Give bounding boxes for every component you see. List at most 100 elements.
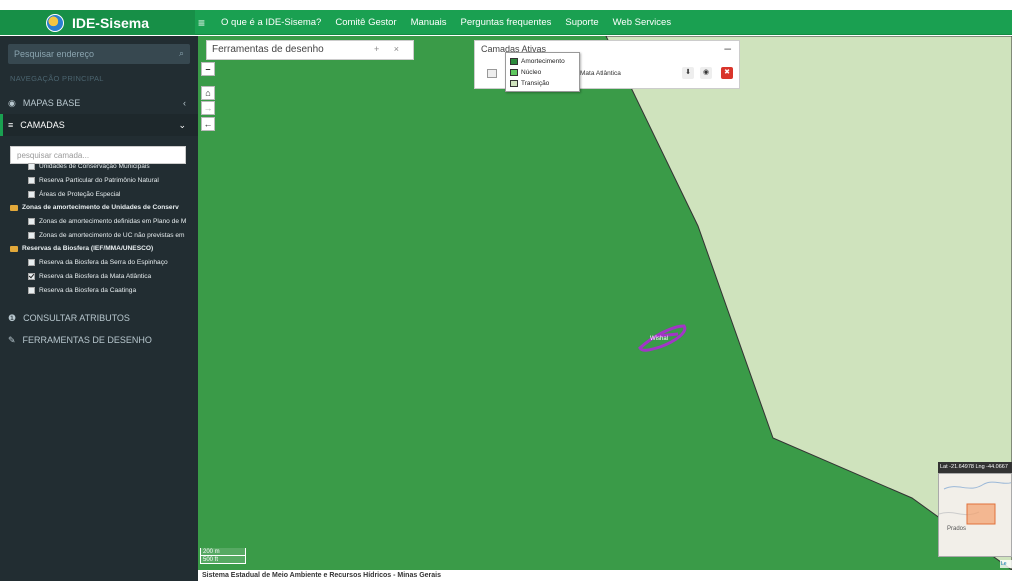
layer-label: Unidades de Conservação Municipais (39, 163, 150, 170)
sidebar-item-camadas[interactable]: ≡ CAMADAS ⌄ (0, 114, 198, 136)
layer-label: Reserva da Biosfera da Serra do Espinhaç… (39, 259, 168, 266)
menu-item-suporte[interactable]: Suporte (565, 17, 598, 28)
layer-item[interactable]: Unidades de Conservação Municipais (28, 163, 150, 170)
draw-tools-panel: Ferramentas de desenho + × (206, 40, 414, 60)
sidebar-item-label: MAPAS BASE (22, 98, 81, 108)
legend-item: Transição (510, 78, 575, 89)
layer-label: Áreas de Proteção Especial (39, 191, 121, 198)
layer-checkbox[interactable] (28, 163, 35, 170)
forward-button[interactable]: → (201, 101, 215, 115)
map-layers: Wishal (605, 36, 1012, 570)
menu-item-manuais[interactable]: Manuais (411, 17, 447, 28)
folder-icon (10, 204, 18, 211)
sidebar-item-label: CONSULTAR ATRIBUTOS (23, 313, 130, 323)
address-search-placeholder: Pesquisar endereço (14, 49, 95, 59)
legend-swatch (510, 69, 518, 76)
globe-logo-icon (45, 13, 64, 32)
app-root: IDE-Sisema ≡ O que é a IDE-Sisema? Comit… (0, 0, 1012, 581)
minimap[interactable]: Prados (938, 473, 1012, 557)
minimap-viewport[interactable] (966, 503, 996, 525)
back-button[interactable]: ← (201, 117, 215, 131)
legend-label: Amortecimento (521, 58, 565, 65)
minimap-svg: Prados (939, 481, 1011, 532)
zoom-out-button[interactable]: – (201, 62, 215, 76)
legend-item: Amortecimento (510, 56, 575, 67)
layer-checkbox[interactable] (28, 259, 35, 266)
nav-header: NAVEGAÇÃO PRINCIPAL (10, 74, 104, 83)
scale-imperial: 500 ft (200, 556, 246, 564)
layer-label: Zonas de amortecimento de UC não previst… (39, 232, 185, 239)
minimap-river (943, 481, 1011, 490)
layer-group[interactable]: Reservas da Biosfera (IEF/MMA/UNESCO) (10, 245, 153, 252)
chevron-down-icon: ⌄ (178, 119, 186, 130)
layer-checkbox[interactable] (28, 232, 35, 239)
active-layer-name: Mata Atlântica (580, 70, 621, 77)
remove-layer-button[interactable]: ✖ (721, 67, 733, 79)
layer-label: Reserva da Biosfera da Mata Atlântica (39, 273, 152, 280)
layer-checkbox[interactable] (28, 177, 35, 184)
map-attribution[interactable]: Le (1000, 560, 1012, 568)
sidebar-item-label: CAMADAS (20, 120, 65, 130)
layer-checkbox[interactable] (28, 287, 35, 294)
menu-item-faq[interactable]: Perguntas frequentes (461, 17, 552, 28)
feature-label: Wishal (650, 336, 668, 342)
menu-item-about[interactable]: O que é a IDE-Sisema? (221, 17, 321, 28)
info-icon: ❶ (8, 312, 17, 323)
sidebar-item-ferramentas[interactable]: ✎ FERRAMENTAS DE DESENHO (0, 329, 198, 351)
address-search-input[interactable]: Pesquisar endereço ⌕ (8, 44, 190, 64)
layer-item[interactable]: Áreas de Proteção Especial (28, 191, 120, 198)
coordinates-readout: Lat -21.64978 Lng -44.0667 (938, 462, 1012, 473)
layer-label: Reserva da Biosfera da Caatinga (39, 287, 137, 294)
minimap-label: Prados (947, 526, 966, 532)
legend-item: Núcleo (510, 67, 575, 78)
layer-item[interactable]: Zonas de amortecimento definidas em Plan… (28, 218, 186, 225)
layer-item[interactable]: Reserva Particular do Patrimônio Natural (28, 177, 159, 184)
layer-search-placeholder: pesquisar camada... (17, 151, 90, 160)
folder-icon (10, 245, 18, 252)
layer-item[interactable]: Zonas de amortecimento de UC não previst… (28, 232, 185, 239)
layer-label: Zonas de amortecimento de Unidades de Co… (22, 204, 179, 211)
menu-item-comite[interactable]: Comitê Gestor (335, 17, 396, 28)
layer-tree: pesquisar camada... Unidades de Conserva… (10, 146, 188, 304)
layer-checkbox[interactable] (28, 273, 35, 280)
layer-checkbox[interactable] (28, 218, 35, 225)
draw-panel-actions[interactable]: + × (374, 44, 405, 54)
map-canvas[interactable]: Wishal (198, 36, 1012, 570)
scale-metric: 200 m (200, 548, 246, 556)
layer-search-input[interactable]: pesquisar camada... (10, 146, 186, 164)
edit-icon: ✎ (8, 334, 16, 345)
sidebar-item-consultar[interactable]: ❶ CONSULTAR ATRIBUTOS (0, 307, 198, 329)
sidebar: Pesquisar endereço ⌕ NAVEGAÇÃO PRINCIPAL… (0, 36, 198, 581)
menu-item-webservices[interactable]: Web Services (613, 17, 671, 28)
app-title: IDE-Sisema (71, 14, 150, 31)
chevron-left-icon: ‹ (183, 98, 186, 108)
search-icon[interactable]: ⌕ (179, 48, 184, 59)
minimize-button[interactable]: – (724, 41, 731, 55)
layer-group[interactable]: Zonas de amortecimento de Unidades de Co… (10, 204, 179, 211)
legend-toggle-icon[interactable] (487, 69, 497, 78)
hamburger-menu-icon[interactable]: ≡ (198, 16, 205, 30)
legend-swatch (510, 58, 518, 65)
layer-checkbox[interactable] (28, 191, 35, 198)
sidebar-item-mapas-base[interactable]: ◉ MAPAS BASE ‹ (0, 92, 198, 114)
legend-swatch (510, 80, 518, 87)
home-button[interactable]: ⌂ (201, 86, 215, 100)
footer: Sistema Estadual de Meio Ambiente e Recu… (198, 570, 1012, 581)
download-icon[interactable]: ⬇ (682, 67, 694, 79)
draw-panel-title: Ferramentas de desenho (212, 44, 324, 55)
legend-label: Núcleo (521, 69, 542, 76)
scale-bar: 200 m 500 ft (200, 548, 246, 564)
layer-label: Reservas da Biosfera (IEF/MMA/UNESCO) (22, 245, 154, 252)
layer-legend: Amortecimento Núcleo Transição (505, 52, 580, 92)
brand-logo[interactable]: IDE-Sisema (0, 10, 195, 35)
layer-label: Zonas de amortecimento definidas em Plan… (39, 218, 187, 225)
layer-item[interactable]: Reserva da Biosfera da Caatinga (28, 287, 136, 294)
layer-label: Reserva Particular do Patrimônio Natural (39, 177, 159, 184)
layer-item[interactable]: Reserva da Biosfera da Mata Atlântica (28, 273, 151, 280)
top-navbar: IDE-Sisema ≡ O que é a IDE-Sisema? Comit… (0, 10, 1012, 35)
eye-icon[interactable]: ◉ (700, 67, 712, 79)
layer-item[interactable]: Reserva da Biosfera da Serra do Espinhaç… (28, 259, 168, 266)
legend-label: Transição (521, 80, 550, 87)
sidebar-item-label: FERRAMENTAS DE DESENHO (22, 335, 152, 345)
top-menu: ≡ O que é a IDE-Sisema? Comitê Gestor Ma… (198, 10, 671, 35)
